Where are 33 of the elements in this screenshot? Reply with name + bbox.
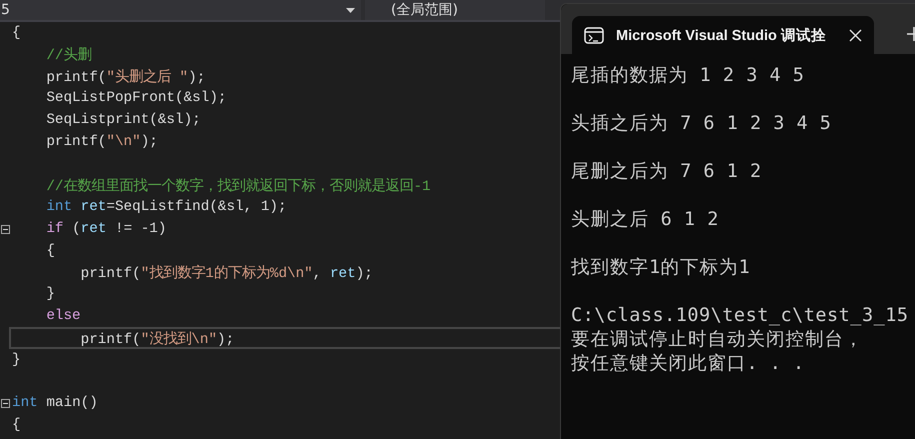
- collapse-icon[interactable]: [1, 224, 10, 234]
- code-line: printf("\n");: [45, 134, 158, 150]
- code-line: printf("没找到\n");: [80, 330, 234, 348]
- console-output-line: 头插之后为 7 6 1 2 3 4 5: [571, 112, 832, 136]
- collapse-icon[interactable]: [1, 399, 10, 408]
- member-dropdown[interactable]: 5: [0, 0, 361, 20]
- code-line: int main(): [12, 395, 98, 412]
- code-line: //在数组里面找一个数字，找到就返回下标，否则就是返回-1: [45, 176, 431, 195]
- terminal-tab[interactable]: Microsoft Visual Studio 调试拴: [572, 16, 874, 54]
- console-output-line: 找到数字1的下标为1: [571, 256, 752, 280]
- code-line: {: [12, 24, 21, 41]
- code-line: int ret=SeqListfind(&sl, 1);: [45, 199, 287, 216]
- code-line: }: [12, 352, 21, 368]
- code-line: }: [45, 286, 55, 302]
- console-output-line: 头删之后 6 1 2: [571, 208, 720, 232]
- console-output-line: 要在调试停止时自动关闭控制台，: [571, 328, 864, 352]
- console-output-line: 尾插的数据为 1 2 3 4 5: [571, 64, 806, 88]
- code-line: {: [45, 242, 55, 259]
- code-line: SeqListPopFront(&sl);: [45, 90, 226, 106]
- console-output-line: 尾删之后为 7 6 1 2: [571, 160, 763, 184]
- code-line: if (ret != -1): [45, 221, 166, 238]
- scope-dropdown[interactable]: (全局范围): [365, 0, 545, 20]
- caret-icon: [346, 8, 355, 12]
- close-icon[interactable]: [849, 28, 862, 42]
- code-line: else: [45, 308, 81, 324]
- console-output-line: 按任意键关闭此窗口. . .: [571, 352, 806, 376]
- code-line: //头删: [45, 46, 92, 64]
- code-line: {: [12, 417, 21, 434]
- console-icon: [584, 26, 604, 44]
- console-output-line: C:\class.109\test_c\test_3_15: [571, 304, 910, 328]
- code-line: SeqListprint(&sl);: [45, 112, 201, 128]
- code-line: printf("找到数字1的下标为%d\n", ret);: [80, 264, 373, 282]
- code-line: printf("头删之后 ");: [45, 68, 206, 86]
